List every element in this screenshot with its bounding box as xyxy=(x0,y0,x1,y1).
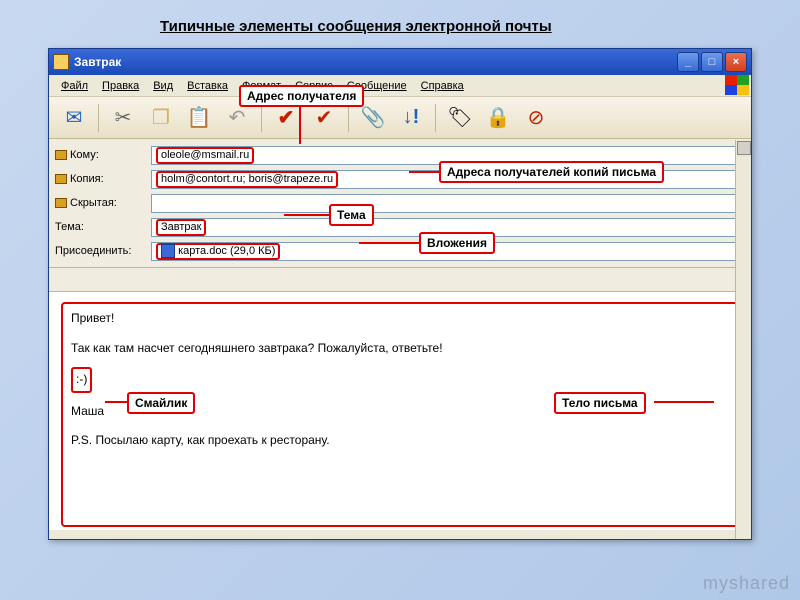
body-ps: P.S. Посылаю карту, как проехать к ресто… xyxy=(71,430,729,452)
menu-help[interactable]: Справка xyxy=(415,78,470,94)
format-toolbar xyxy=(49,268,751,292)
send-button[interactable]: ✉ xyxy=(57,101,91,135)
book-icon xyxy=(55,174,67,184)
annotation-body: Тело письма xyxy=(554,392,646,414)
vertical-scrollbar[interactable] xyxy=(735,140,751,539)
book-icon xyxy=(55,198,67,208)
menubar: Файл Правка Вид Вставка Формат Сервис Со… xyxy=(49,75,751,97)
cc-label: Копия: xyxy=(55,173,145,185)
watermark: myshared xyxy=(703,573,790,594)
attach-label: Присоединить: xyxy=(55,245,145,257)
menu-edit[interactable]: Правка xyxy=(96,78,145,94)
window-title: Завтрак xyxy=(74,55,121,69)
sign-button[interactable]: 🏷 xyxy=(443,101,477,135)
bcc-input[interactable] xyxy=(151,194,745,213)
close-button[interactable]: × xyxy=(725,52,747,72)
annotation-attachment: Вложения xyxy=(419,232,495,254)
annotation-subject: Тема xyxy=(329,204,374,226)
encrypt-button[interactable]: 🔒 xyxy=(481,101,515,135)
maximize-button[interactable]: □ xyxy=(701,52,723,72)
subject-label: Тема: xyxy=(55,221,145,233)
paste-button[interactable]: 📋 xyxy=(182,101,216,135)
body-line1: Так как там насчет сегодняшнего завтрака… xyxy=(71,338,729,360)
menu-file[interactable]: Файл xyxy=(55,78,94,94)
annotation-cc: Адреса получателей копий письма xyxy=(439,161,664,183)
annotation-smiley: Смайлик xyxy=(127,392,195,414)
smiley-text: :-) xyxy=(71,367,92,393)
copy-button[interactable]: ❐ xyxy=(144,101,178,135)
body-highlight-box: Привет! Так как там насчет сегодняшнего … xyxy=(61,302,739,527)
priority-button[interactable]: ↓! xyxy=(394,101,428,135)
to-label: Кому: xyxy=(55,149,145,161)
header-fields: Кому: oleole@msmail.ru Копия: holm@conto… xyxy=(49,139,751,268)
book-icon xyxy=(55,150,67,160)
scroll-up-icon[interactable] xyxy=(737,141,751,155)
slide-title: Типичные элементы сообщения электронной … xyxy=(160,18,552,35)
doc-icon xyxy=(161,244,175,258)
offline-button[interactable]: ⊘ xyxy=(519,101,553,135)
body-greeting: Привет! xyxy=(71,308,729,330)
toolbar: ✉ ✂ ❐ 📋 ↶ ✔ ✔ 📎 ↓! 🏷 🔒 ⊘ xyxy=(49,97,751,139)
email-compose-window: Завтрак _ □ × Файл Правка Вид Вставка Фо… xyxy=(48,48,752,540)
cut-button[interactable]: ✂ xyxy=(106,101,140,135)
app-icon xyxy=(53,54,69,70)
minimize-button[interactable]: _ xyxy=(677,52,699,72)
bcc-label: Скрытая: xyxy=(55,197,145,209)
titlebar: Завтрак _ □ × xyxy=(49,49,751,75)
menu-view[interactable]: Вид xyxy=(147,78,179,94)
annotation-recipient: Адрес получателя xyxy=(239,85,364,107)
menu-insert[interactable]: Вставка xyxy=(181,78,234,94)
windows-logo-icon xyxy=(725,75,749,95)
